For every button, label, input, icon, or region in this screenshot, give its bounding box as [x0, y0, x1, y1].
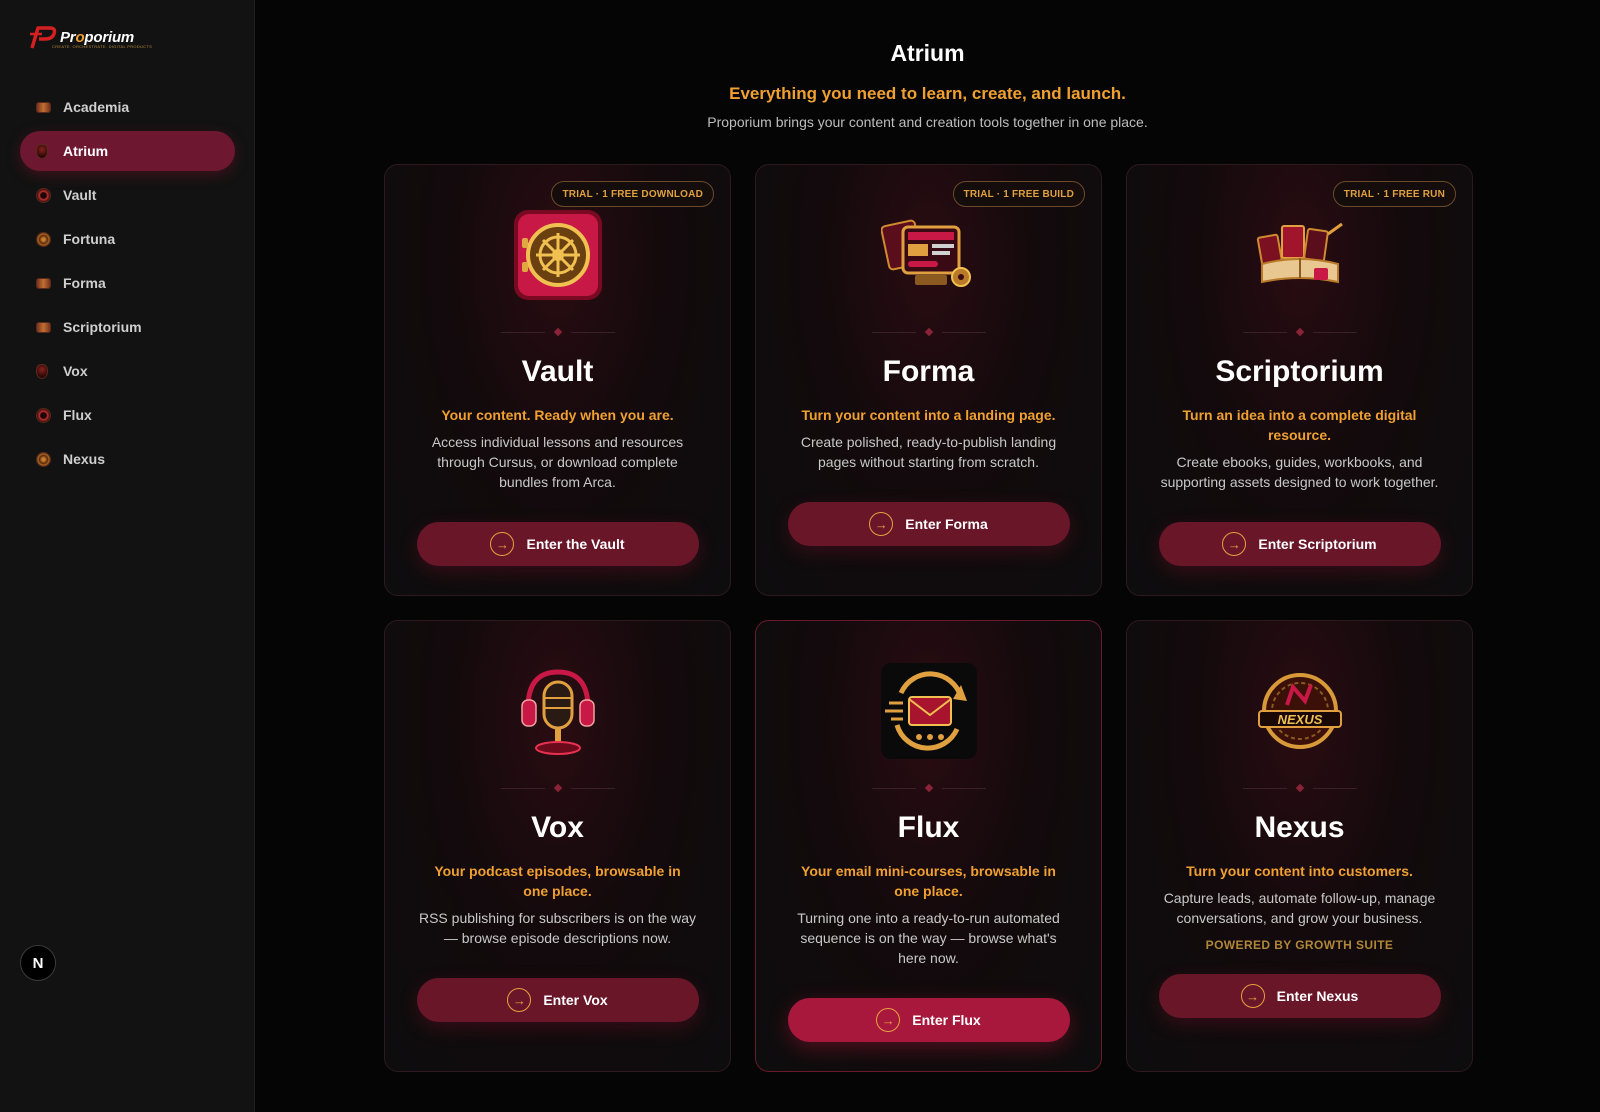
card-tagline: Your podcast episodes, browsable in one …: [434, 863, 681, 899]
button-label: Enter Scriptorium: [1258, 536, 1377, 552]
scriptorium-card: TRIAL · 1 FREE RUN Scriptorium Turn an i…: [1126, 164, 1473, 596]
enter-flux-button[interactable]: → Enter Flux: [787, 998, 1070, 1042]
scriptorium-icon: [36, 321, 51, 333]
card-title: Scriptorium: [1215, 355, 1384, 388]
card-divider: [871, 783, 986, 793]
arrow-right-icon: →: [869, 512, 894, 536]
trial-badge: TRIAL · 1 FREE DOWNLOAD: [551, 181, 714, 207]
sidebar-item-label: Flux: [63, 407, 92, 423]
card-title: Forma: [882, 355, 975, 388]
tools-grid: TRIAL · 1 FREE DOWNLOAD Vault Your conte…: [384, 164, 1473, 1072]
landing-page-icon: [880, 207, 977, 303]
card-description: RSS publishing for subscribers is on the…: [418, 910, 697, 946]
button-label: Enter Nexus: [1276, 988, 1359, 1004]
nexus-icon: [36, 451, 51, 467]
arrow-right-icon: →: [490, 532, 515, 556]
page-description: Proporium brings your content and creati…: [707, 114, 1148, 130]
trial-badge: TRIAL · 1 FREE RUN: [1332, 181, 1456, 207]
card-title: Vault: [521, 355, 594, 388]
sidebar-item-label: Vault: [63, 187, 97, 203]
button-label: Enter the Vault: [526, 536, 625, 552]
sidebar-item-label: Scriptorium: [63, 319, 142, 335]
card-divider: [500, 783, 615, 793]
dev-badge[interactable]: N: [20, 945, 56, 981]
sidebar: Proporium CREATE. ORCHESTRATE. DIGITAL P…: [0, 0, 255, 1112]
page-tagline: Everything you need to learn, create, an…: [729, 84, 1126, 103]
card-divider: [871, 327, 986, 337]
sidebar-item-fortuna[interactable]: Fortuna: [20, 219, 235, 259]
card-tagline: Turn your content into a landing page.: [801, 407, 1056, 423]
sidebar-item-label: Forma: [63, 275, 106, 291]
books-icon: [1252, 207, 1348, 303]
button-label: Enter Vox: [543, 992, 608, 1008]
page-header: Atrium Everything you need to learn, cre…: [255, 40, 1600, 130]
card-divider: [1242, 327, 1357, 337]
sidebar-item-label: Atrium: [63, 143, 109, 159]
card-title: Flux: [897, 811, 960, 844]
vox-icon: [36, 363, 48, 379]
enter-vox-button[interactable]: → Enter Vox: [416, 978, 699, 1022]
main-content: Atrium Everything you need to learn, cre…: [255, 0, 1600, 1112]
email-icon: [880, 663, 977, 759]
card-divider: [500, 327, 615, 337]
sidebar-item-scriptorium[interactable]: Scriptorium: [20, 307, 235, 347]
button-label: Enter Flux: [912, 1012, 981, 1028]
card-tagline: Your content. Ready when you are.: [441, 407, 674, 423]
enter-nexus-button[interactable]: → Enter Nexus: [1158, 974, 1441, 1018]
nexus-card: NEXUS Nexus Turn your content into custo…: [1126, 620, 1473, 1072]
brand-subtext: CREATE. ORCHESTRATE. DIGITAL PRODUCTS: [52, 44, 153, 49]
sidebar-item-atrium[interactable]: Atrium: [20, 131, 235, 171]
sidebar-item-label: Nexus: [63, 451, 106, 467]
arrow-right-icon: →: [1222, 532, 1247, 556]
card-description: Create ebooks, guides, workbooks, and su…: [1160, 454, 1439, 490]
vault-safe-icon: [510, 207, 606, 303]
brand-logo[interactable]: Proporium CREATE. ORCHESTRATE. DIGITAL P…: [28, 24, 152, 50]
app: Proporium CREATE. ORCHESTRATE. DIGITAL P…: [0, 0, 1600, 1112]
nexus-emblem-icon: NEXUS: [1252, 663, 1348, 759]
arrow-right-icon: →: [1240, 984, 1265, 1008]
sidebar-item-vox[interactable]: Vox: [20, 351, 235, 391]
forma-card: TRIAL · 1 FREE BUILD Forma Turn your con…: [755, 164, 1102, 596]
sidebar-item-nexus[interactable]: Nexus: [20, 439, 235, 479]
sidebar-item-forma[interactable]: Forma: [20, 263, 235, 303]
card-description: Create polished, ready-to-publish landin…: [800, 434, 1057, 470]
sidebar-item-label: Academia: [63, 99, 130, 115]
svg-text:NEXUS: NEXUS: [1277, 712, 1322, 727]
trial-badge: TRIAL · 1 FREE BUILD: [952, 181, 1085, 207]
enter-scriptorium-button[interactable]: → Enter Scriptorium: [1158, 522, 1441, 566]
academia-icon: [36, 101, 51, 113]
brand-name: Proporium: [60, 28, 135, 46]
fortuna-icon: [36, 231, 51, 247]
card-description: Access individual lessons and resources …: [431, 434, 684, 490]
vault-card: TRIAL · 1 FREE DOWNLOAD Vault Your conte…: [384, 164, 731, 596]
page-title: Atrium: [890, 40, 965, 66]
card-title: Vox: [531, 811, 584, 844]
atrium-icon: [36, 143, 48, 159]
sidebar-item-label: Vox: [63, 363, 88, 379]
card-title: Nexus: [1254, 811, 1345, 844]
card-description: Capture leads, automate follow-up, manag…: [1163, 890, 1436, 926]
arrow-right-icon: →: [507, 988, 532, 1012]
microphone-icon: [510, 663, 606, 759]
sidebar-item-vault[interactable]: Vault: [20, 175, 235, 215]
enter-vault-button[interactable]: → Enter the Vault: [416, 522, 699, 566]
card-divider: [1242, 783, 1357, 793]
enter-forma-button[interactable]: → Enter Forma: [787, 502, 1070, 546]
flux-card: Flux Your email mini-courses, browsable …: [755, 620, 1102, 1072]
vault-icon: [36, 187, 51, 203]
card-description: Turning one into a ready-to-run automate…: [797, 910, 1060, 966]
flux-icon: [36, 407, 51, 423]
card-tagline: Your email mini-courses, browsable in on…: [801, 863, 1056, 899]
sidebar-item-academia[interactable]: Academia: [20, 87, 235, 127]
arrow-right-icon: →: [876, 1008, 901, 1032]
vox-card: Vox Your podcast episodes, browsable in …: [384, 620, 731, 1072]
forma-icon: [36, 277, 51, 289]
sidebar-item-flux[interactable]: Flux: [20, 395, 235, 435]
powered-by-label: POWERED BY GROWTH SUITE: [1205, 938, 1394, 952]
card-tagline: Turn your content into customers.: [1186, 863, 1413, 879]
sidebar-item-label: Fortuna: [63, 231, 116, 247]
sidebar-nav: Academia Atrium Vault Fortuna Forma Scri…: [20, 87, 235, 483]
button-label: Enter Forma: [905, 516, 988, 532]
card-tagline: Turn an idea into a complete digital res…: [1182, 407, 1417, 443]
